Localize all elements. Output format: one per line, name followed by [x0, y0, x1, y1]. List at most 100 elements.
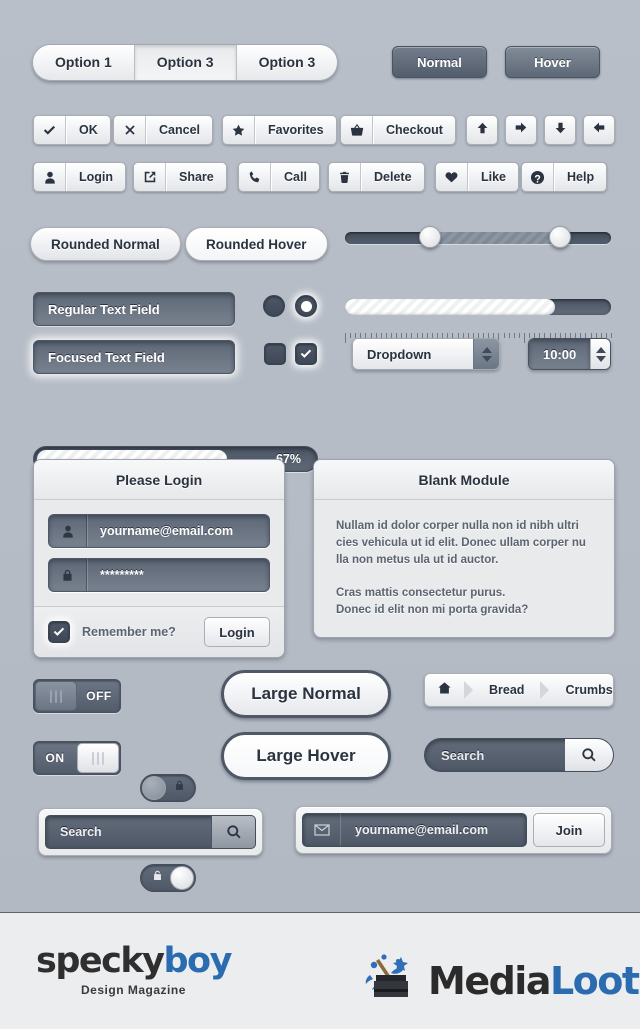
search-box[interactable]: Search	[45, 815, 256, 849]
login-module-title: Please Login	[34, 460, 284, 500]
login-email-field[interactable]: yourname@email.com	[48, 514, 270, 548]
dropdown-select[interactable]: Dropdown	[352, 338, 500, 370]
delete-button[interactable]: Delete	[328, 162, 425, 192]
arrow-up-icon	[476, 121, 489, 140]
user-icon	[34, 163, 66, 191]
speckyboy-logo-part1: specky	[36, 941, 165, 981]
dropdown-stepper[interactable]	[473, 339, 499, 369]
rounded-hover-button[interactable]: Rounded Hover	[185, 227, 328, 261]
login-module: Please Login yourname@email.com ********…	[33, 459, 285, 658]
large-normal-button[interactable]: Large Normal	[221, 670, 391, 718]
call-button[interactable]: Call	[238, 162, 320, 192]
like-button[interactable]: Like	[435, 162, 520, 192]
trash-icon	[329, 163, 361, 191]
cancel-button[interactable]: Cancel	[113, 115, 213, 145]
checkout-button[interactable]: Checkout	[340, 115, 456, 145]
speckyboy-tagline: Design Magazine	[81, 983, 186, 997]
breadcrumb-item-crumbs[interactable]: Crumbs	[549, 683, 628, 697]
chevron-up-icon[interactable]	[595, 346, 606, 353]
pill-handle[interactable]	[170, 866, 194, 890]
range-slider-handle-max[interactable]	[549, 226, 572, 248]
share-button-label: Share	[166, 163, 226, 191]
lock-toggle-on[interactable]	[140, 864, 196, 892]
search-pill-placeholder: Search	[441, 747, 485, 763]
normal-button[interactable]: Normal	[392, 46, 487, 78]
share-icon	[134, 163, 166, 191]
range-slider[interactable]	[345, 226, 611, 248]
arrow-left-button[interactable]	[583, 115, 615, 145]
time-spinner-stepper[interactable]	[590, 339, 610, 369]
call-button-label: Call	[271, 163, 319, 191]
blank-module-paragraph-2: Cras mattis consectetur purus.	[336, 587, 506, 599]
login-submit-button[interactable]: Login	[204, 617, 270, 647]
toggle-handle[interactable]	[77, 743, 119, 773]
hover-button[interactable]: Hover	[505, 46, 600, 78]
remember-me-label: Remember me?	[82, 625, 176, 639]
login-icon-button[interactable]: Login	[33, 162, 127, 192]
remember-me-checkbox[interactable]	[48, 621, 70, 643]
radio-unselected[interactable]	[263, 295, 285, 317]
login-password-value: *********	[87, 559, 269, 591]
segmented-control[interactable]: Option 1 Option 3 Option 3	[32, 44, 339, 81]
range-slider-handle-min[interactable]	[419, 226, 442, 248]
arrow-left-icon	[592, 121, 606, 139]
help-button[interactable]: Help	[521, 162, 608, 192]
home-icon[interactable]	[425, 681, 464, 700]
newsletter-email-value: yourname@email.com	[355, 823, 489, 837]
phone-icon	[239, 163, 271, 191]
time-spinner-value: 10:00	[529, 339, 591, 369]
segment-option-3[interactable]: Option 3	[236, 45, 338, 80]
search-icon[interactable]	[211, 816, 255, 848]
dropdown-value: Dropdown	[353, 339, 473, 369]
ui-kit-canvas: Option 1 Option 3 Option 3 Normal Hover …	[0, 0, 640, 912]
ruler-slider-fill	[345, 299, 556, 315]
checkbox-unchecked[interactable]	[264, 343, 286, 365]
search-icon[interactable]	[565, 739, 613, 771]
basket-icon	[341, 116, 373, 144]
search-box-placeholder: Search	[60, 825, 102, 839]
like-button-label: Like	[468, 163, 518, 191]
breadcrumb[interactable]: Bread Crumbs	[424, 673, 614, 707]
mail-icon	[303, 814, 341, 846]
segment-option-1[interactable]: Option 1	[33, 45, 135, 80]
favorites-button[interactable]: Favorites	[222, 115, 337, 145]
arrow-up-button[interactable]	[466, 115, 498, 145]
ruler-slider[interactable]	[345, 299, 611, 315]
focused-text-field[interactable]: Focused Text Field	[33, 340, 235, 374]
arrow-down-button[interactable]	[544, 115, 576, 145]
newsletter-join-button[interactable]: Join	[533, 813, 605, 847]
share-button[interactable]: Share	[133, 162, 227, 192]
breadcrumb-item-bread[interactable]: Bread	[473, 683, 540, 697]
chevron-down-icon[interactable]	[595, 355, 606, 362]
arrow-down-icon	[554, 121, 567, 140]
newsletter-email-field[interactable]: yourname@email.com	[302, 813, 527, 847]
question-icon	[522, 163, 554, 191]
toggle-handle[interactable]	[35, 681, 77, 711]
large-hover-button[interactable]: Large Hover	[221, 732, 391, 780]
medialoot-logo-part1: Media	[428, 958, 551, 1003]
blank-module-title: Blank Module	[314, 460, 614, 500]
lock-toggle-off[interactable]	[140, 774, 196, 802]
heart-icon	[436, 163, 468, 191]
pill-handle[interactable]	[142, 776, 166, 800]
regular-text-field[interactable]: Regular Text Field	[33, 292, 235, 326]
chevron-down-icon[interactable]	[481, 355, 492, 362]
radio-selected[interactable]	[295, 295, 317, 317]
ok-button[interactable]: OK	[33, 115, 111, 145]
checkbox-checked[interactable]	[295, 343, 317, 365]
toggle-on[interactable]: ON	[33, 741, 121, 775]
chevron-up-icon[interactable]	[481, 346, 492, 353]
login-password-field[interactable]: *********	[48, 558, 270, 592]
rounded-normal-button[interactable]: Rounded Normal	[30, 227, 181, 261]
search-pill[interactable]: Search	[424, 738, 614, 772]
blank-module-paragraph-1: Nullam id dolor corper nulla non id nibh…	[336, 520, 586, 566]
arrow-right-button[interactable]	[505, 115, 537, 145]
login-email-value: yourname@email.com	[87, 515, 269, 547]
footer: speckyboy Design Magazine MediaLoot	[0, 912, 640, 1029]
time-spinner[interactable]: 10:00	[528, 338, 611, 370]
arrow-right-icon	[514, 121, 528, 139]
toggle-off[interactable]: OFF	[33, 679, 121, 713]
toggle-off-label: OFF	[86, 689, 112, 703]
lock-open-icon	[143, 869, 171, 882]
segment-option-2[interactable]: Option 3	[134, 45, 237, 80]
